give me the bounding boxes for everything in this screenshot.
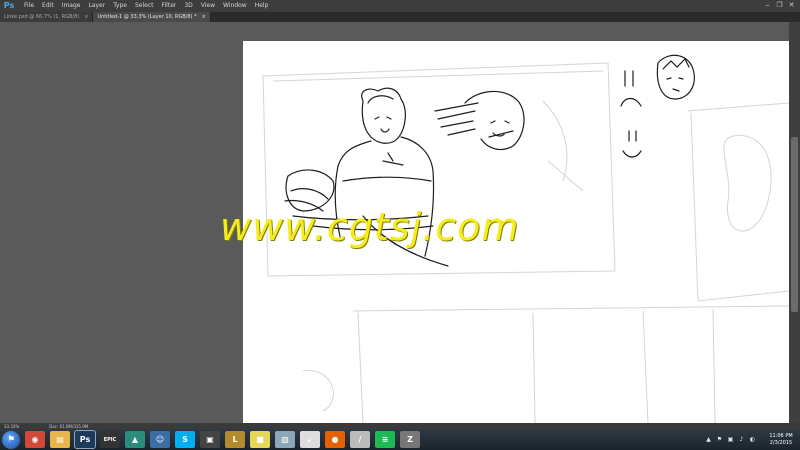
app-slate-icon[interactable]: ▧ [275, 431, 295, 448]
spotify-icon[interactable]: ≡ [375, 431, 395, 448]
firefox-icon[interactable]: ● [325, 431, 345, 448]
taskbar-apps: ◉ ▤ Ps EPIC ▲ ☺ S ▣ L ■ ▧ ➹ ● / ≡ Z [20, 430, 420, 449]
menu-layer[interactable]: Layer [88, 0, 105, 12]
menu-view[interactable]: View [201, 0, 215, 12]
menu-type[interactable]: Type [113, 0, 127, 12]
menu-help[interactable]: Help [255, 0, 269, 12]
tab-close-icon[interactable]: × [202, 14, 206, 20]
window-controls: ‒ ❐ ✕ [763, 1, 796, 9]
tab-label: Linke.psd @ 66.7% (1, RGB/8) [4, 14, 80, 20]
tab-close-icon[interactable]: × [84, 14, 88, 20]
league-icon[interactable]: L [225, 431, 245, 448]
start-button-icon[interactable]: ⚑ [2, 430, 20, 449]
zbrush-icon[interactable]: Z [400, 431, 420, 448]
tab-label: Untitled-1 @ 33.3% (Layer 10, RGB/8) * [97, 14, 197, 20]
notes-icon[interactable]: ■ [250, 431, 270, 448]
menu-filter[interactable]: Filter [162, 0, 177, 12]
menu-select[interactable]: Select [135, 0, 154, 12]
menu-3d[interactable]: 3D [184, 0, 192, 12]
scrollbar-thumb[interactable] [791, 137, 798, 312]
tray-volume-icon[interactable]: ♪ [738, 436, 745, 443]
app-person-icon[interactable]: ☺ [150, 431, 170, 448]
vertical-scrollbar[interactable] [789, 22, 800, 423]
tab-untitled-1[interactable]: Untitled-1 @ 33.3% (Layer 10, RGB/8) * × [93, 12, 211, 22]
minimize-button[interactable]: ‒ [763, 1, 772, 9]
pen-icon[interactable]: / [350, 431, 370, 448]
clock-date: 2/3/2015 [769, 439, 793, 446]
restore-button[interactable]: ❐ [775, 1, 784, 9]
skype-icon[interactable]: S [175, 431, 195, 448]
menu-edit[interactable]: Edit [42, 0, 54, 12]
photoshop-icon[interactable]: Ps [74, 430, 96, 449]
epic-launcher-icon[interactable]: EPIC [100, 431, 120, 448]
watermark-text: www.cgtsj.com [220, 205, 520, 249]
document-tab-bar: Linke.psd @ 66.7% (1, RGB/8) × Untitled-… [0, 12, 800, 22]
app-triangle-icon[interactable]: ▲ [125, 431, 145, 448]
zoom-level[interactable]: 33.33% [4, 424, 19, 429]
menu-file[interactable]: File [24, 0, 34, 12]
doc-size: Doc: 61.8M/315.9M [49, 423, 89, 429]
tray-flag-icon[interactable]: ⚑ [716, 436, 723, 443]
photoshop-logo: Ps [3, 1, 15, 10]
menu-bar: Ps File Edit Image Layer Type Select Fil… [0, 0, 800, 12]
rocket-icon[interactable]: ➹ [300, 431, 320, 448]
clock-time: 11:06 PM [769, 432, 793, 439]
tab-linke[interactable]: Linke.psd @ 66.7% (1, RGB/8) × [0, 12, 94, 22]
system-tray: ▲ ⚑ ▣ ♪ ◐ 11:06 PM 2/3/2015 [705, 430, 796, 449]
chrome-icon[interactable]: ◉ [25, 431, 45, 448]
close-button[interactable]: ✕ [787, 1, 796, 9]
folder-icon[interactable]: ▤ [50, 431, 70, 448]
system-clock[interactable]: 11:06 PM 2/3/2015 [766, 433, 796, 447]
menu-image[interactable]: Image [62, 0, 81, 12]
tray-network-icon[interactable]: ▣ [727, 436, 734, 443]
app-box-icon[interactable]: ▣ [200, 431, 220, 448]
windows-taskbar: ⚑ ◉ ▤ Ps EPIC ▲ ☺ S ▣ L ■ ▧ ➹ ● / ≡ Z ▲ ⚑ ▣ ♪ ◐ 11:06 P… [0, 429, 800, 450]
tray-power-icon[interactable]: ◐ [749, 436, 756, 443]
tray-arrow-icon[interactable]: ▲ [705, 436, 712, 443]
menu-window[interactable]: Window [223, 0, 247, 12]
